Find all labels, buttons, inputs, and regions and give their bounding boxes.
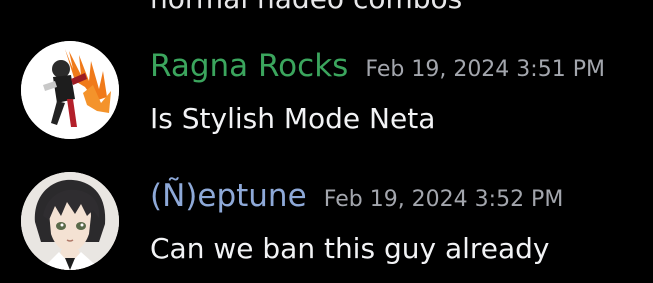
- previous-message-text: normal nadeo combos: [150, 0, 462, 15]
- user-avatar[interactable]: [21, 172, 119, 270]
- timestamp: Feb 19, 2024 3:51 PM: [365, 57, 605, 82]
- message-header: (Ñ)eptune Feb 19, 2024 3:52 PM: [150, 178, 563, 214]
- message-text: Is Stylish Mode Neta: [150, 102, 436, 135]
- username[interactable]: Ragna Rocks: [150, 48, 348, 84]
- username[interactable]: (Ñ)eptune: [150, 178, 307, 214]
- timestamp: Feb 19, 2024 3:52 PM: [323, 187, 564, 212]
- anime-character-avatar-icon: [21, 172, 119, 270]
- chat-view: { "previous_message": { "text": "normal …: [0, 0, 653, 283]
- message-text: Can we ban this guy already: [150, 232, 550, 265]
- anime-character-avatar-icon: [21, 41, 119, 139]
- message-header: Ragna Rocks Feb 19, 2024 3:51 PM: [150, 48, 605, 84]
- user-avatar[interactable]: [21, 41, 119, 139]
